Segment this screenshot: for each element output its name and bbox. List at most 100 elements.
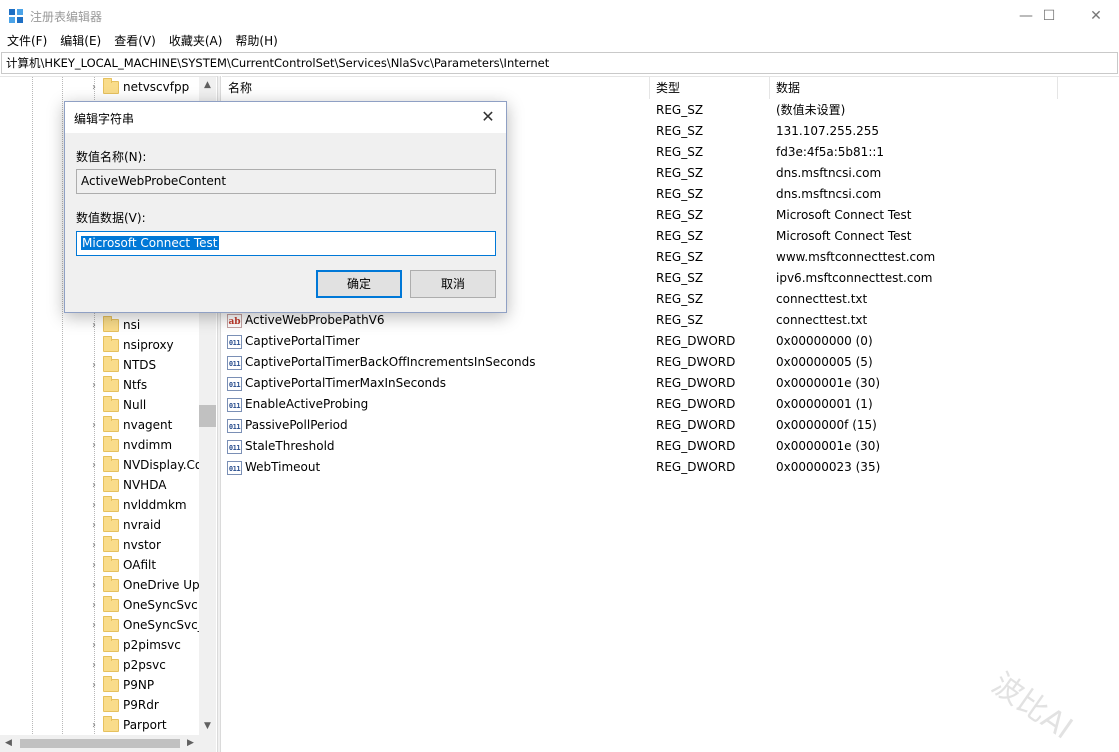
- chevron-right-icon[interactable]: ›: [88, 480, 100, 491]
- chevron-right-icon[interactable]: ›: [88, 380, 100, 391]
- value-type: REG_SZ: [656, 187, 704, 201]
- chevron-right-icon[interactable]: ›: [88, 360, 100, 371]
- menu-edit[interactable]: 编辑(E): [53, 31, 107, 51]
- tree-item[interactable]: › OneSyncSvc: [88, 595, 198, 615]
- tree-item[interactable]: › OAfilt: [88, 555, 156, 575]
- value-type: REG_SZ: [656, 250, 704, 264]
- chevron-right-icon[interactable]: ›: [88, 580, 100, 591]
- dword-value-icon: 011: [227, 355, 242, 370]
- window-title: 注册表编辑器: [30, 10, 103, 24]
- value-type: REG_DWORD: [656, 355, 736, 369]
- tree-item[interactable]: nsiproxy: [88, 335, 174, 355]
- tree-item[interactable]: › nvdimm: [88, 435, 172, 455]
- table-row[interactable]: 011 WebTimeout REG_DWORD 0x00000023 (35): [222, 457, 1119, 478]
- menu-help[interactable]: 帮助(H): [228, 31, 283, 51]
- folder-icon: [103, 355, 119, 372]
- maximize-button[interactable]: ☐: [1026, 0, 1072, 31]
- chevron-right-icon[interactable]: ›: [88, 720, 100, 731]
- table-row[interactable]: 011 EnableActiveProbing REG_DWORD 0x0000000…: [222, 394, 1119, 415]
- table-row[interactable]: 011 PassivePollPeriod REG_DWORD 0x0000000f …: [222, 415, 1119, 436]
- selected-text: Microsoft Connect Test: [81, 236, 219, 250]
- cancel-button[interactable]: 取消: [410, 270, 496, 298]
- scroll-up-icon[interactable]: ▲: [199, 77, 216, 94]
- chevron-right-icon[interactable]: ›: [88, 680, 100, 691]
- value-name: EnableActiveProbing: [245, 397, 369, 411]
- column-name-header[interactable]: 名称: [222, 77, 650, 99]
- chevron-right-icon[interactable]: ›: [88, 420, 100, 431]
- dword-value-icon: 011: [227, 460, 242, 475]
- scroll-right-icon[interactable]: ▶: [182, 735, 199, 752]
- chevron-right-icon[interactable]: ›: [88, 440, 100, 451]
- address-bar[interactable]: 计算机\HKEY_LOCAL_MACHINE\SYSTEM\CurrentCon…: [1, 52, 1118, 74]
- tree-item[interactable]: › nvlddmkm: [88, 495, 187, 515]
- dialog-title-bar: 编辑字符串 ✕: [65, 102, 506, 133]
- scroll-down-icon[interactable]: ▼: [199, 718, 216, 735]
- chevron-right-icon[interactable]: ›: [88, 520, 100, 531]
- chevron-right-icon[interactable]: ›: [88, 640, 100, 651]
- value-name-field[interactable]: ActiveWebProbeContent: [76, 169, 496, 194]
- scroll-thumb[interactable]: [199, 405, 216, 427]
- tree-item[interactable]: › nvstor: [88, 535, 161, 555]
- tree-item[interactable]: › NVDisplay.Co: [88, 455, 202, 475]
- chevron-right-icon[interactable]: ›: [88, 600, 100, 611]
- close-button[interactable]: ✕: [1073, 0, 1119, 31]
- value-type: REG_SZ: [656, 229, 704, 243]
- scroll-left-icon[interactable]: ◀: [0, 735, 17, 752]
- chevron-right-icon[interactable]: ›: [88, 660, 100, 671]
- chevron-right-icon[interactable]: ›: [88, 560, 100, 571]
- value-type: REG_SZ: [656, 208, 704, 222]
- menu-favorites[interactable]: 收藏夹(A): [162, 31, 229, 51]
- chevron-right-icon[interactable]: ›: [88, 320, 100, 331]
- scroll-thumb[interactable]: [20, 739, 180, 748]
- tree-item[interactable]: Null: [88, 395, 146, 415]
- table-row[interactable]: 011 CaptivePortalTimer REG_DWORD 0x00000000…: [222, 331, 1119, 352]
- tree-item[interactable]: P9Rdr: [88, 695, 159, 715]
- chevron-right-icon[interactable]: ›: [88, 82, 100, 93]
- tree-item[interactable]: › p2psvc: [88, 655, 166, 675]
- value-data-field[interactable]: Microsoft Connect Test: [76, 231, 496, 256]
- menu-view[interactable]: 查看(V): [107, 31, 162, 51]
- folder-icon: [103, 375, 119, 392]
- tree-item[interactable]: › OneDrive Up: [88, 575, 200, 595]
- value-data: fd3e:4f5a:5b81::1: [776, 145, 885, 159]
- table-row[interactable]: 011 CaptivePortalTimerBackOffIncrementsIn…: [222, 352, 1119, 373]
- tree-item[interactable]: › nsi: [88, 315, 140, 335]
- folder-icon: [103, 695, 119, 712]
- chevron-right-icon[interactable]: ›: [88, 460, 100, 471]
- tree-item[interactable]: › nvagent: [88, 415, 172, 435]
- tree-item[interactable]: › nvraid: [88, 515, 161, 535]
- column-data-header[interactable]: 数据: [770, 77, 1058, 99]
- tree-item[interactable]: › NVHDA: [88, 475, 166, 495]
- tree-guide-line: [32, 77, 33, 734]
- table-row[interactable]: 011 CaptivePortalTimerMaxInSeconds REG_DWO…: [222, 373, 1119, 394]
- tree-item[interactable]: › NTDS: [88, 355, 156, 375]
- tree-item[interactable]: › Ntfs: [88, 375, 147, 395]
- tree-item[interactable]: › P9NP: [88, 675, 154, 695]
- folder-icon: [103, 675, 119, 692]
- table-row[interactable]: ab ActiveWebProbePathV6 REG_SZ connecttest.…: [222, 310, 1119, 331]
- close-icon[interactable]: ✕: [476, 106, 500, 128]
- table-row[interactable]: 011 StaleThreshold REG_DWORD 0x0000001e (30…: [222, 436, 1119, 457]
- value-data: 0x00000000 (0): [776, 334, 873, 348]
- folder-icon: [103, 615, 119, 632]
- ok-button[interactable]: 确定: [316, 270, 402, 298]
- dword-value-icon: 011: [227, 397, 242, 412]
- value-data: dns.msftncsi.com: [776, 166, 882, 180]
- value-name-label: 数值名称(N):: [76, 150, 147, 164]
- chevron-right-icon[interactable]: ›: [88, 540, 100, 551]
- folder-icon: [103, 575, 119, 592]
- tree-item[interactable]: › OneSyncSvc_: [88, 615, 204, 635]
- tree-item[interactable]: › netvscvfpp: [88, 77, 189, 97]
- folder-icon: [103, 535, 119, 552]
- folder-icon: [103, 77, 119, 94]
- tree-item[interactable]: › Parport: [88, 715, 167, 735]
- chevron-right-icon[interactable]: ›: [88, 620, 100, 631]
- tree-horizontal-scrollbar[interactable]: ◀ ▶: [0, 735, 199, 752]
- chevron-right-icon[interactable]: ›: [88, 500, 100, 511]
- menu-file[interactable]: 文件(F): [0, 31, 53, 51]
- column-type-header[interactable]: 类型: [650, 77, 770, 99]
- value-type: REG_DWORD: [656, 334, 736, 348]
- value-name: CaptivePortalTimerMaxInSeconds: [245, 376, 447, 390]
- tree-item[interactable]: › p2pimsvc: [88, 635, 181, 655]
- value-data: 0x00000023 (35): [776, 460, 881, 474]
